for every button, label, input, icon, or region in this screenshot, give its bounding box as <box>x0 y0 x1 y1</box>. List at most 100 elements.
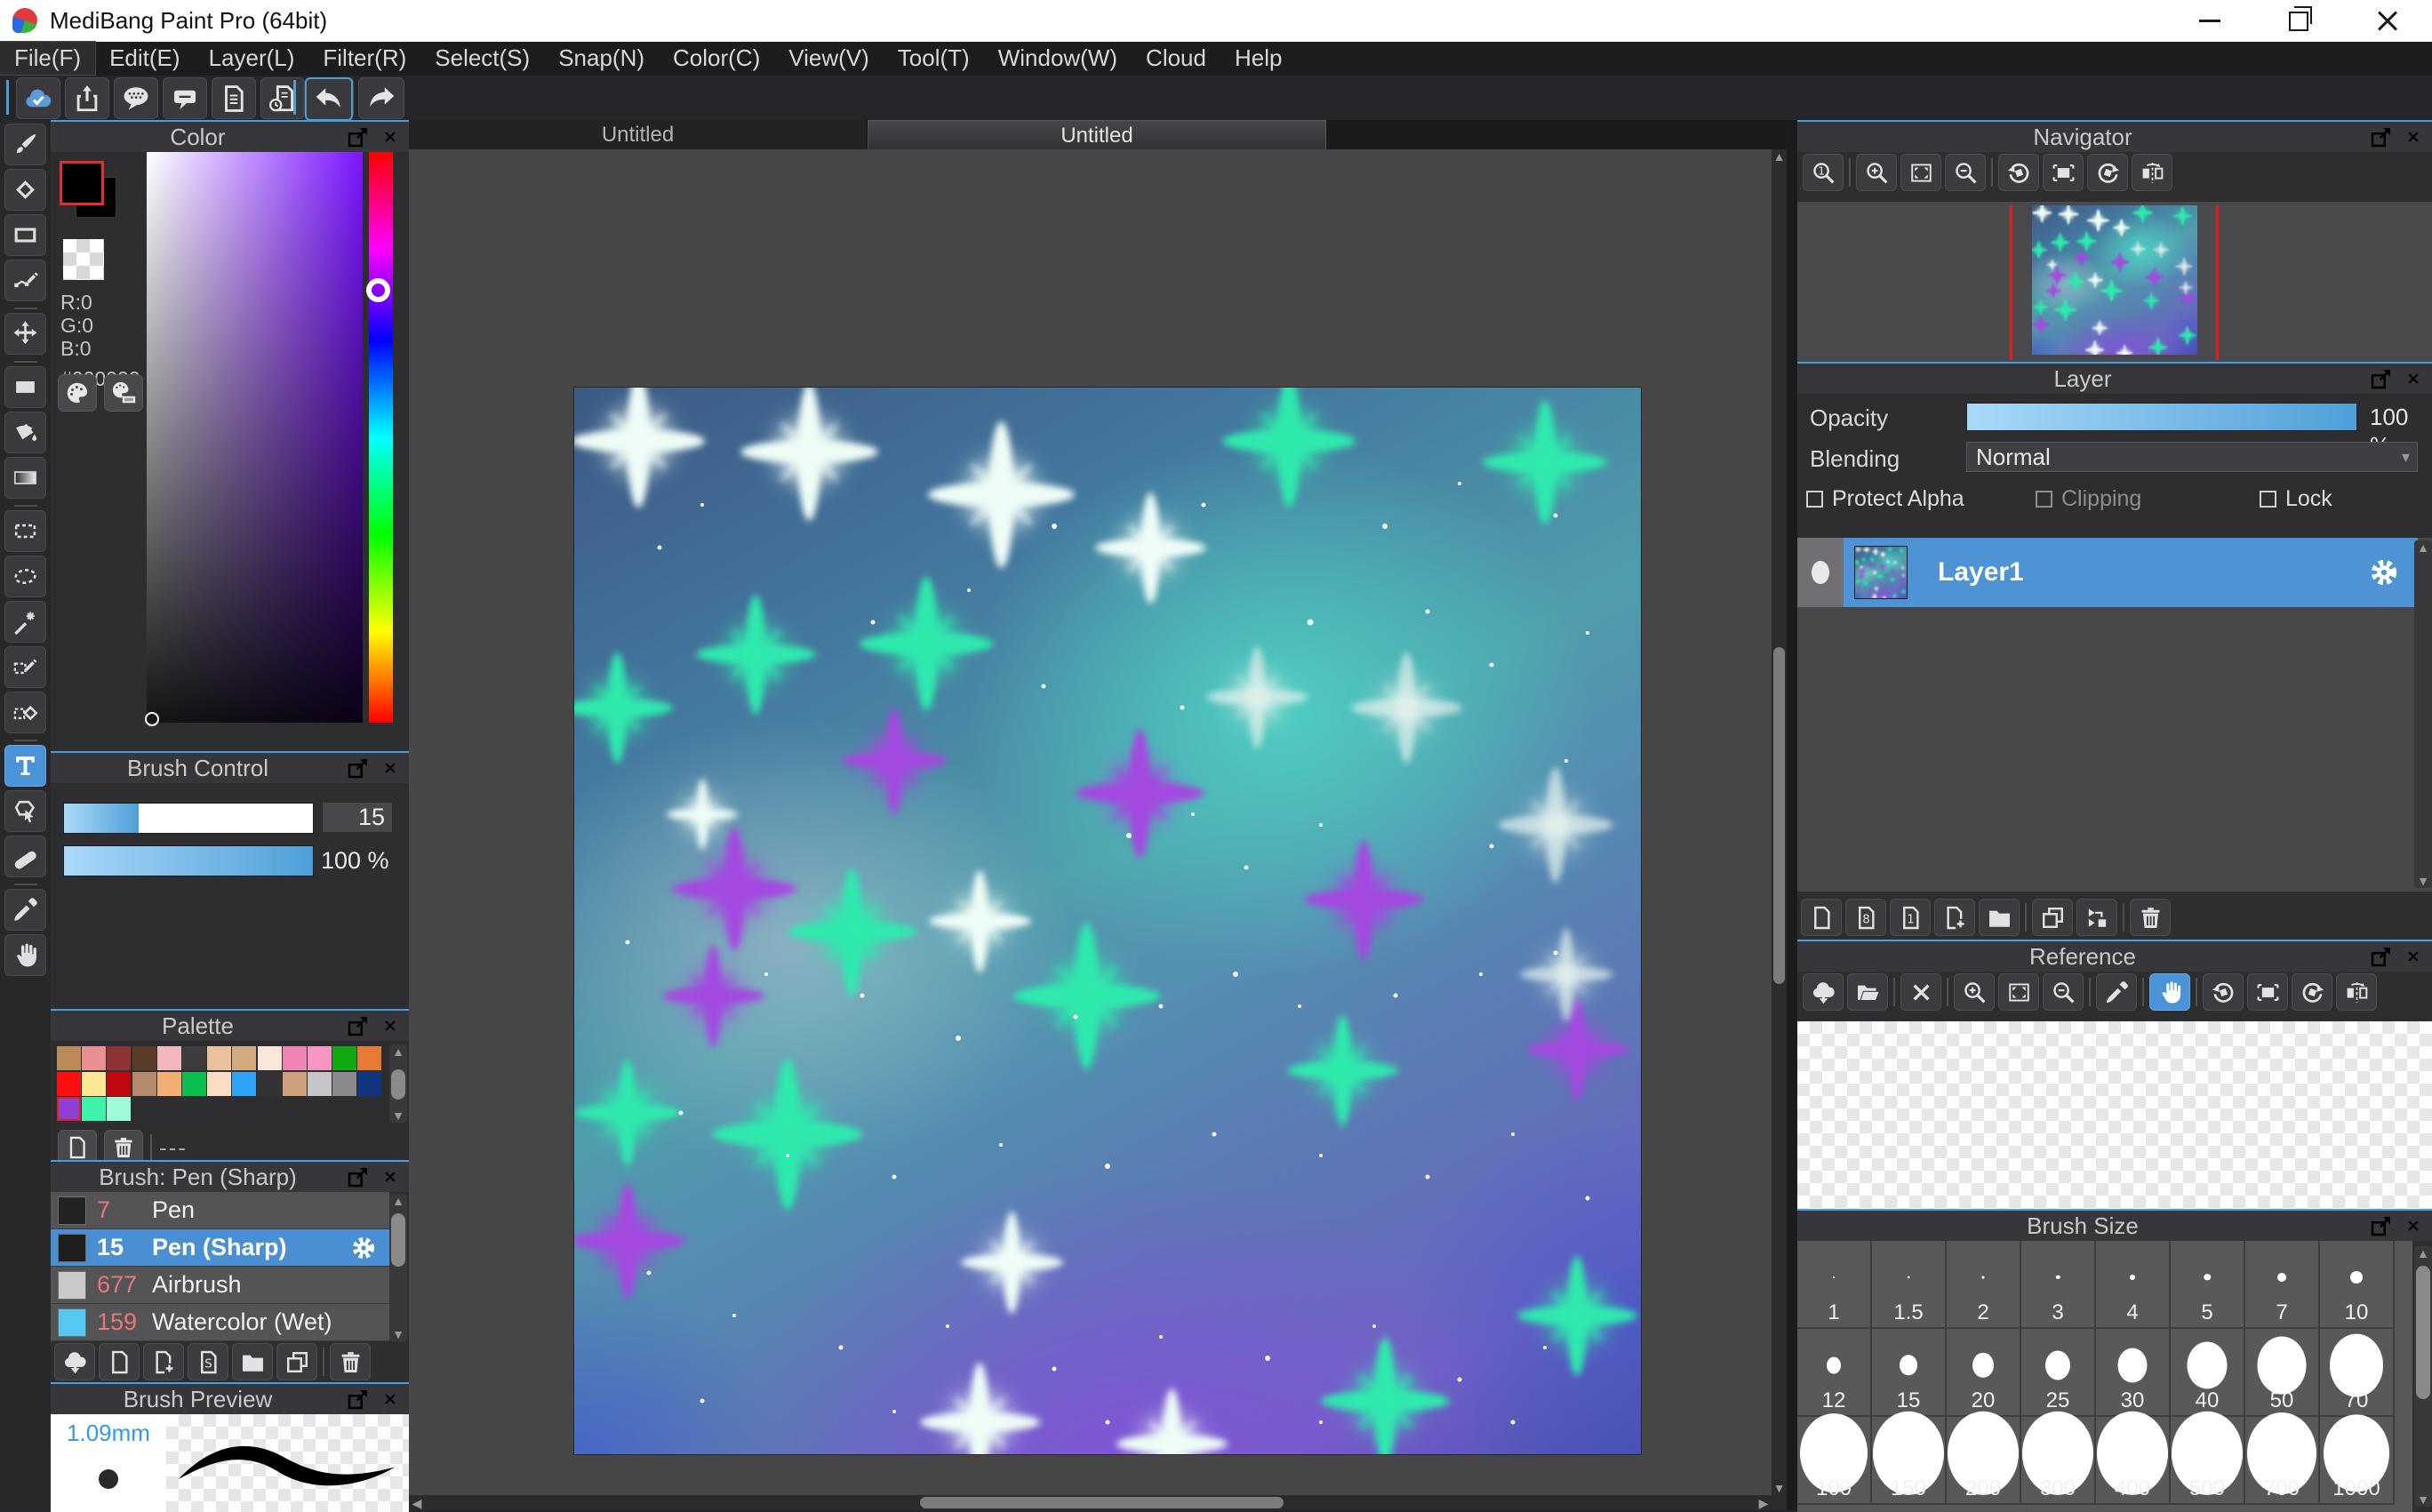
ref-clear-button[interactable] <box>1900 973 1941 1011</box>
new-layer-button[interactable] <box>1801 899 1842 936</box>
layer-scrollbar[interactable]: ▲ ▼ <box>2414 540 2432 888</box>
transparent-color-swatch[interactable] <box>63 239 104 280</box>
clipping-checkbox[interactable]: Clipping <box>2036 486 2141 512</box>
popout-icon[interactable] <box>2368 365 2395 392</box>
palette-swatch[interactable] <box>107 1097 131 1121</box>
popout-icon[interactable] <box>345 1164 372 1190</box>
menu-item-snap[interactable]: Snap(N) <box>544 42 659 75</box>
scroll-thumb[interactable] <box>391 1069 405 1100</box>
blending-select[interactable]: Normal ▾ <box>1966 442 2418 472</box>
palette-swatch[interactable] <box>308 1046 332 1070</box>
brush-size-cell[interactable]: 5 <box>2171 1241 2245 1329</box>
ref-rotate-cw-button[interactable] <box>2292 973 2332 1011</box>
ref-zoom-in-button[interactable] <box>1954 973 1995 1011</box>
hue-slider[interactable] <box>369 152 393 723</box>
brush-from-image-button[interactable] <box>143 1343 184 1380</box>
new-layer-folder-button[interactable] <box>1979 899 2020 936</box>
palette-swatch[interactable] <box>182 1046 206 1070</box>
new-palette-color-button[interactable] <box>58 1130 97 1162</box>
popout-icon[interactable] <box>2368 1212 2395 1239</box>
brush-size-cell[interactable]: 400 <box>2096 1417 2171 1505</box>
close-panel-icon[interactable] <box>382 1018 398 1034</box>
divide-tool[interactable] <box>4 836 46 877</box>
palette-swatch[interactable] <box>283 1046 307 1070</box>
rotate-reset-button[interactable] <box>2043 154 2084 191</box>
brush-row[interactable]: 15Pen (Sharp) <box>51 1229 389 1267</box>
palette-swatch[interactable] <box>308 1072 332 1096</box>
brush-size-cell[interactable]: 20 <box>1947 1329 2021 1417</box>
menu-item-view[interactable]: View(V) <box>774 42 884 75</box>
script-brush-button[interactable] <box>188 1343 228 1380</box>
menu-item-layer[interactable]: Layer(L) <box>195 42 309 75</box>
menu-item-cloud[interactable]: Cloud <box>1132 42 1220 75</box>
foreground-color-swatch[interactable] <box>60 161 104 205</box>
scroll-thumb[interactable] <box>391 1213 405 1267</box>
brush-size-cell[interactable]: 200 <box>1947 1417 2021 1505</box>
close-panel-icon[interactable] <box>2405 129 2421 145</box>
scroll-up-icon[interactable]: ▲ <box>2414 540 2432 555</box>
cloud-sync-button[interactable] <box>16 77 60 119</box>
palette-swatch[interactable] <box>82 1072 106 1096</box>
hand-tool[interactable] <box>4 934 46 976</box>
brush-size-cell[interactable]: 2 <box>1947 1241 2021 1329</box>
palette-swatch[interactable] <box>258 1072 282 1096</box>
brush-size-cell[interactable]: 15 <box>1872 1329 1947 1417</box>
share-button[interactable] <box>65 77 109 119</box>
popout-icon[interactable] <box>2368 943 2395 970</box>
close-panel-icon[interactable] <box>382 760 398 776</box>
ref-zoom-out-button[interactable] <box>2043 973 2084 1011</box>
brush-size-cell[interactable]: 500 <box>2171 1417 2245 1505</box>
new-1bit-layer-button[interactable] <box>1890 899 1931 936</box>
close-button[interactable] <box>2343 0 2432 42</box>
minimize-button[interactable] <box>2165 0 2254 42</box>
palette-swatch[interactable] <box>332 1046 356 1070</box>
merge-layer-button[interactable] <box>2076 899 2117 936</box>
brush-opacity-slider[interactable] <box>63 845 314 876</box>
palette-swatch[interactable] <box>283 1072 307 1096</box>
eraser-tool[interactable] <box>4 169 46 211</box>
select-pen-tool[interactable] <box>4 646 46 688</box>
new-8bit-layer-button[interactable] <box>1845 899 1886 936</box>
brush-size-cell[interactable]: 1000 <box>2320 1417 2395 1505</box>
layer-row[interactable]: Layer1 <box>1797 538 2418 607</box>
select-eraser-tool[interactable] <box>4 692 46 733</box>
lock-checkbox[interactable]: Lock <box>2260 486 2332 512</box>
delete-palette-color-button[interactable] <box>104 1130 143 1162</box>
scroll-thumb[interactable] <box>1773 647 1785 984</box>
zoom-in-button[interactable] <box>1856 154 1897 191</box>
palette-swatch[interactable] <box>332 1072 356 1096</box>
ref-zoom-fit-button[interactable] <box>1998 973 2039 1011</box>
brush-size-cell[interactable]: 700 <box>2245 1417 2320 1505</box>
ref-rotate-reset-button[interactable] <box>2247 973 2288 1011</box>
scroll-up-icon[interactable]: ▲ <box>2414 1246 2432 1260</box>
close-panel-icon[interactable] <box>2405 371 2421 387</box>
scroll-thumb[interactable] <box>920 1497 1284 1508</box>
palette-swatch[interactable] <box>107 1046 131 1070</box>
close-panel-icon[interactable] <box>382 1391 398 1407</box>
ref-cloud-button[interactable] <box>1803 973 1844 1011</box>
document-button[interactable] <box>212 77 256 119</box>
undo-button[interactable] <box>305 77 353 121</box>
duplicate-layer-button[interactable] <box>2032 899 2073 936</box>
sv-indicator[interactable] <box>145 712 159 726</box>
ref-flip-button[interactable] <box>2336 973 2377 1011</box>
palette-swatch[interactable] <box>157 1072 181 1096</box>
menu-item-color[interactable]: Color(C) <box>659 42 774 75</box>
palette-swatch[interactable] <box>57 1097 81 1121</box>
palette-swatch[interactable] <box>357 1046 381 1070</box>
brush-size-slider[interactable] <box>63 803 314 834</box>
canvas-document[interactable] <box>573 387 1642 1455</box>
protect-alpha-checkbox[interactable]: Protect Alpha <box>1806 486 1964 512</box>
scroll-down-icon[interactable]: ▼ <box>2414 874 2432 888</box>
scroll-up-icon[interactable]: ▲ <box>1772 149 1787 164</box>
palette-swatch[interactable] <box>82 1046 106 1070</box>
lasso-tool[interactable] <box>4 556 46 597</box>
workspace[interactable] <box>409 149 1772 1495</box>
popout-icon[interactable] <box>2368 124 2395 150</box>
palette-swatch[interactable] <box>132 1046 156 1070</box>
brush-size-cell[interactable]: 150 <box>1872 1417 1947 1505</box>
navigator-thumbnail[interactable] <box>2032 205 2197 355</box>
brush-size-cell[interactable]: 300 <box>2021 1417 2096 1505</box>
palette-swatch[interactable] <box>57 1046 81 1070</box>
layer-settings-gear-icon[interactable] <box>2366 555 2402 590</box>
